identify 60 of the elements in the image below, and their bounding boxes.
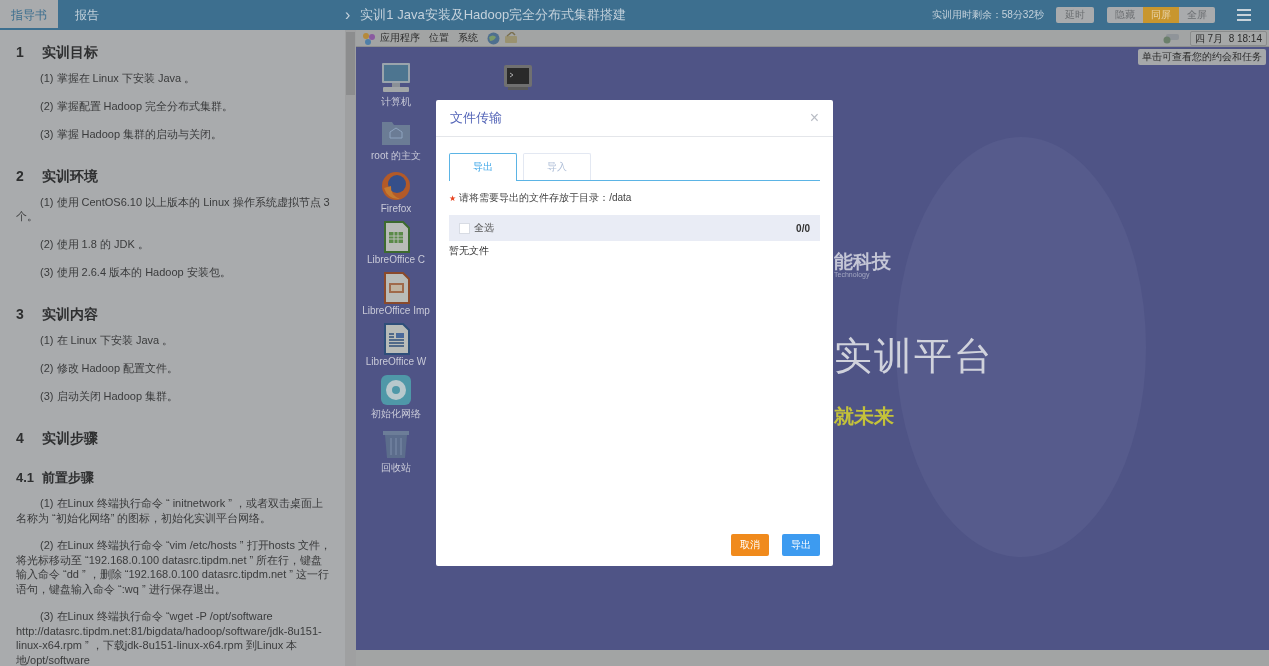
list-item-text: (3) 启动关闭 Hadoop 集群。 — [39, 389, 180, 404]
export-button[interactable]: 导出 — [782, 534, 820, 556]
wallpaper-title: 实训平台 — [834, 334, 994, 379]
list-item-text: (1) 在 Linux 下安装 Java 。 — [39, 333, 175, 348]
dialog-title: 文件传输 — [450, 109, 502, 127]
panel-menu[interactable]: 系统 — [458, 31, 478, 45]
cancel-button[interactable]: 取消 — [731, 534, 769, 556]
heading-number: 4 — [16, 429, 25, 448]
menu-icon[interactable] — [1237, 9, 1251, 21]
heading-number: 2 — [16, 167, 25, 186]
note-text: 请将需要导出的文件存放于目录：/data — [459, 191, 632, 205]
heading-text: 实训内容 — [42, 305, 98, 324]
timer-text: 实训用时剩余：58分32秒 — [931, 8, 1044, 22]
paragraph-text: (3) 在Linux 终端执行命令 “wget -P /opt/software http://datasrc.tipdm.net:81/bigdata/hadoop/software/jdk-8u151-linux-x64.rpm ” ，下载jdk-8u151-linux-x64.rpm 到Linux 本地/opt/software — [16, 609, 323, 666]
desktop-icon-label[interactable]: 初始化网络 — [371, 407, 421, 421]
scrollbar[interactable] — [345, 30, 356, 666]
checkbox[interactable] — [459, 222, 470, 234]
list-item-text: (2) 使用 1.8 的 JDK 。 — [39, 237, 150, 252]
desktop-icon-label[interactable]: Firefox — [380, 203, 412, 214]
globe-icon — [487, 31, 500, 45]
desktop-icon-label[interactable]: LibreOffice Imp — [362, 305, 430, 316]
terminal-icon[interactable] — [504, 65, 532, 91]
paragraph-text: (2) 在Linux 终端执行命令 “vim /etc/hosts ” 打开hosts 文件，将光标移动至 “192.168.0.100 datasrc.tipdm.net ” 所在行，键盘输入命令 “dd ” ，删除 “192.168.0.100 datasrc.tipdm.net ” 这一行语句，键盘输入命令 “:wq ” 进行保存退出。 — [16, 538, 332, 596]
guide-tab[interactable]: 指导书 — [0, 0, 58, 30]
empty-message: 暂无文件 — [449, 244, 490, 258]
desktop-icon-label[interactable]: 回收站 — [381, 461, 411, 475]
chevron-icon: › — [345, 6, 351, 24]
tooltip: 单击可查看您的约会和任务 — [1138, 49, 1266, 65]
heading-number: 1 — [16, 43, 25, 62]
list-item-text: (3) 使用 2.6.4 版本的 Hadoop 安装包。 — [39, 265, 232, 280]
guide-tab[interactable]: 报告 — [58, 0, 116, 30]
trash-icon[interactable] — [380, 428, 412, 460]
select-all-label[interactable]: 全选 — [474, 221, 494, 235]
list-item-text: (3) 掌握 Hadoop 集群的启动与关闭。 — [39, 127, 224, 142]
panel-menu[interactable]: 位置 — [429, 31, 449, 45]
required-star-icon: ★ — [449, 193, 457, 203]
list-item-text: (2) 修改 Hadoop 配置文件。 — [39, 361, 180, 376]
file-count: 0/0 — [796, 222, 810, 234]
course-title: 实训1 Java安装及Hadoop完全分布式集群搭建 — [360, 6, 627, 24]
list-item-text: (2) 掌握配置 Hadoop 完全分布式集群。 — [39, 99, 235, 114]
paragraph-text: (1) 在Linux 终端执行命令 “ initnetwork ” ，或者双击桌面上名称为 “初始化网络” 的图标，初始化实训平台网络。 — [16, 496, 324, 525]
heading-number: 4.1 — [16, 469, 36, 487]
panel-menu[interactable]: 应用程序 — [380, 31, 420, 45]
heading-text: 实训步骤 — [42, 429, 98, 448]
heading-number: 3 — [16, 305, 25, 324]
desktop-icon-label[interactable]: 计算机 — [381, 95, 411, 109]
desktop-icon-label[interactable]: root 的主文 — [371, 149, 421, 163]
wallpaper-brand-text: 能科技 — [834, 250, 891, 272]
desktop-icon-label[interactable]: LibreOffice C — [366, 254, 426, 265]
wallpaper-slogan: 就未来 — [834, 404, 894, 429]
list-item-text: (1) 掌握在 Linux 下安装 Java 。 — [39, 71, 197, 86]
heading-text: 前置步骤 — [42, 469, 94, 487]
firefox-icon[interactable] — [380, 170, 412, 202]
heading-text: 实训目标 — [42, 43, 98, 62]
computer-icon[interactable] — [380, 62, 412, 94]
heading-text: 实训环境 — [42, 167, 98, 186]
list-item-text: (1) 使用 CentOS6.10 以上版本的 Linux 操作系统虚拟节点 3 个。 — [16, 195, 331, 224]
clock[interactable]: 四 7月 8 18:14 — [1189, 30, 1267, 46]
transfer-tab[interactable]: 导出 — [449, 153, 517, 181]
desktop-icon-label[interactable]: LibreOffice W — [365, 356, 427, 367]
